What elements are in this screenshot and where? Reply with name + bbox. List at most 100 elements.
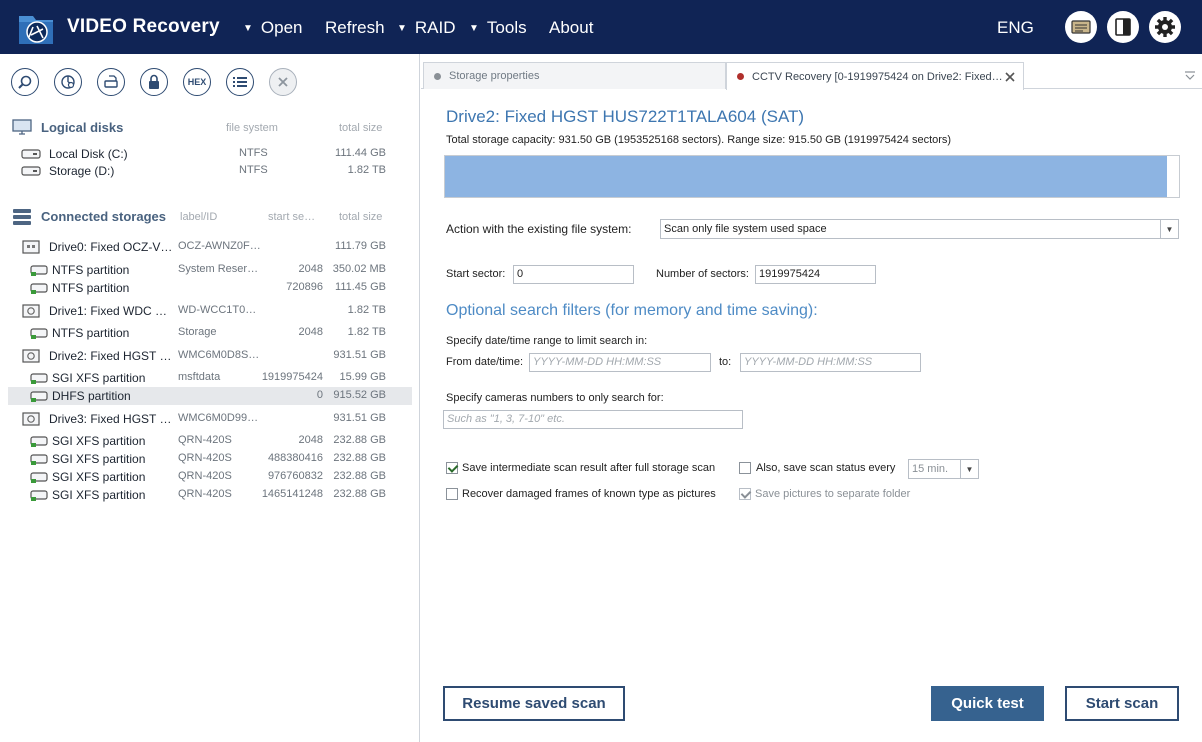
partition-row[interactable]: NTFS partition System Reser… 2048 350.02 MB [8, 261, 412, 279]
tab-bar: Storage properties CCTV Recovery [0-1919… [421, 62, 1202, 90]
storage-name: SGI XFS partition [52, 470, 146, 484]
monitor-icon [12, 119, 32, 135]
partition-row[interactable]: DHFS partition 0 915.52 GB [8, 387, 412, 405]
partition-icon [30, 373, 48, 384]
quick-test-button[interactable]: Quick test [931, 686, 1044, 721]
drive-row[interactable]: Drive1: Fixed WDC … WD-WCC1T0… 1.82 TB [8, 302, 412, 320]
from-date-input[interactable]: YYYY-MM-DD HH:MM:SS [529, 353, 711, 372]
storage-total-size: 111.79 GB [335, 240, 386, 252]
drive-icon [22, 304, 40, 318]
drive-row[interactable]: Drive3: Fixed HGST … WMC6M0D99… 931.51 GB [8, 410, 412, 428]
storage-total-size: 232.88 GB [333, 452, 386, 464]
partition-icon [30, 283, 48, 294]
start-sector-label: Start sector: [446, 268, 506, 280]
logical-disk-fs: NTFS [239, 147, 268, 159]
hex-viewer-button[interactable]: HEX [183, 68, 211, 96]
scan-button[interactable] [54, 68, 82, 96]
pie-scan-icon [61, 75, 75, 89]
storage-start-sector: 720896 [286, 281, 323, 293]
save-pictures-checkbox[interactable] [739, 488, 751, 500]
interval-select[interactable]: 15 min. ▼ [908, 459, 979, 479]
storage-label: QRN-420S [178, 470, 232, 482]
partition-row[interactable]: SGI XFS partition msftdata 1919975424 15.99… [8, 369, 412, 387]
partition-row[interactable]: SGI XFS partition QRN-420S 1465141248 232.8… [8, 486, 412, 504]
caret-down-icon: ▼ [243, 23, 253, 34]
close-storage-button[interactable] [269, 68, 297, 96]
close-tab-icon[interactable] [1005, 72, 1015, 82]
storage-name: SGI XFS partition [52, 434, 146, 448]
app-title: VIDEO Recovery [67, 16, 220, 37]
drive-row[interactable]: Drive0: Fixed OCZ-V… OCZ-AWNZ0F… 111.79 GB [8, 238, 412, 256]
image-button[interactable] [97, 68, 125, 96]
partition-icon [30, 454, 48, 465]
dropdown-arrow-icon: ▼ [1160, 220, 1178, 238]
dropdown-arrow-icon: ▼ [960, 460, 978, 478]
logical-disk-name: Local Disk (C:) [49, 147, 128, 161]
tab-overflow-icon[interactable] [1184, 71, 1196, 81]
panel-icon [1115, 18, 1131, 36]
partition-icon [30, 265, 48, 276]
encryption-button[interactable] [140, 68, 168, 96]
col-start-sector: start se… [268, 211, 316, 223]
main-panel: Storage properties CCTV Recovery [0-1919… [421, 54, 1202, 742]
list-icon [233, 77, 247, 87]
drive-icon [22, 349, 40, 363]
storage-total-size: 15.99 GB [339, 371, 386, 383]
tab-storage-properties[interactable]: Storage properties [423, 62, 726, 89]
resume-saved-scan-button[interactable]: Resume saved scan [443, 686, 625, 721]
to-date-input[interactable]: YYYY-MM-DD HH:MM:SS [740, 353, 921, 372]
menu-open[interactable]: ▼ Open [243, 18, 303, 38]
panel-toggle-button[interactable] [1107, 11, 1139, 43]
storage-name: Drive2: Fixed HGST … [49, 349, 172, 363]
tab-cctv-recovery[interactable]: CCTV Recovery [0-1919975424 on Drive2: F… [726, 62, 1024, 90]
start-sector-input[interactable]: 0 [513, 265, 634, 284]
storage-total-size: 232.88 GB [333, 488, 386, 500]
save-status-label: Also, save scan status every [756, 462, 896, 474]
ssd-icon [22, 240, 40, 254]
menu-raid[interactable]: ▼ RAID [397, 18, 456, 38]
storage-start-sector: 2048 [298, 434, 323, 446]
action-select[interactable]: Scan only file system used space ▼ [660, 219, 1179, 239]
list-item-logical-disk[interactable]: Local Disk (C:) NTFS 111.44 GB [8, 145, 412, 163]
list-button[interactable] [226, 68, 254, 96]
storage-total-size: 915.52 GB [333, 389, 386, 401]
save-status-checkbox[interactable] [739, 462, 751, 474]
title-bar: VIDEO Recovery ▼ Open Refresh ▼ RAID ▼ Tool… [0, 0, 1202, 54]
log-icon [1071, 20, 1091, 34]
partition-row[interactable]: NTFS partition Storage 2048 1.82 TB [8, 324, 412, 342]
cameras-input[interactable]: Such as "1, 3, 7-10" etc. [443, 410, 743, 429]
partition-icon [30, 472, 48, 483]
partition-row[interactable]: SGI XFS partition QRN-420S 488380416 232.88… [8, 450, 412, 468]
storage-name: Drive0: Fixed OCZ-V… [49, 240, 173, 254]
number-of-sectors-input[interactable]: 1919975424 [755, 265, 876, 284]
scan-range-fill [445, 156, 1167, 197]
storage-label: msftdata [178, 371, 221, 383]
settings-button[interactable] [1149, 11, 1181, 43]
partition-row[interactable]: SGI XFS partition QRN-420S 976760832 232.88… [8, 468, 412, 486]
col-file-system: file system [226, 122, 278, 134]
storage-start-sector: 2048 [298, 326, 323, 338]
storage-stack-icon [13, 209, 31, 225]
capacity-info: Total storage capacity: 931.50 GB (19535… [446, 134, 952, 146]
storage-name: NTFS partition [52, 281, 130, 295]
drive-row[interactable]: Drive2: Fixed HGST … WMC6M0D8S… 931.51 GB [8, 347, 412, 365]
menu-tools[interactable]: ▼ Tools [469, 18, 527, 38]
connected-storages-title: Connected storages [41, 209, 166, 224]
storage-label: OCZ-AWNZ0F… [178, 240, 261, 252]
save-intermediate-checkbox[interactable] [446, 462, 458, 474]
log-button[interactable] [1065, 11, 1097, 43]
partition-row[interactable]: SGI XFS partition QRN-420S 2048 232.88 GB [8, 432, 412, 450]
list-item-logical-disk[interactable]: Storage (D:) NTFS 1.82 TB [8, 162, 412, 180]
language-selector[interactable]: ENG [997, 18, 1034, 38]
menu-about[interactable]: About [549, 18, 593, 38]
scan-range-bar[interactable] [444, 155, 1180, 198]
caret-down-icon: ▼ [397, 23, 407, 34]
menu-refresh[interactable]: Refresh [325, 18, 385, 38]
search-button[interactable] [11, 68, 39, 96]
col-label-id: label/ID [180, 211, 218, 223]
recover-damaged-checkbox[interactable] [446, 488, 458, 500]
tab-dot-icon [737, 73, 744, 80]
partition-row[interactable]: NTFS partition 720896 111.45 GB [8, 279, 412, 297]
start-scan-button[interactable]: Start scan [1065, 686, 1179, 721]
storage-start-sector: 0 [316, 389, 323, 401]
